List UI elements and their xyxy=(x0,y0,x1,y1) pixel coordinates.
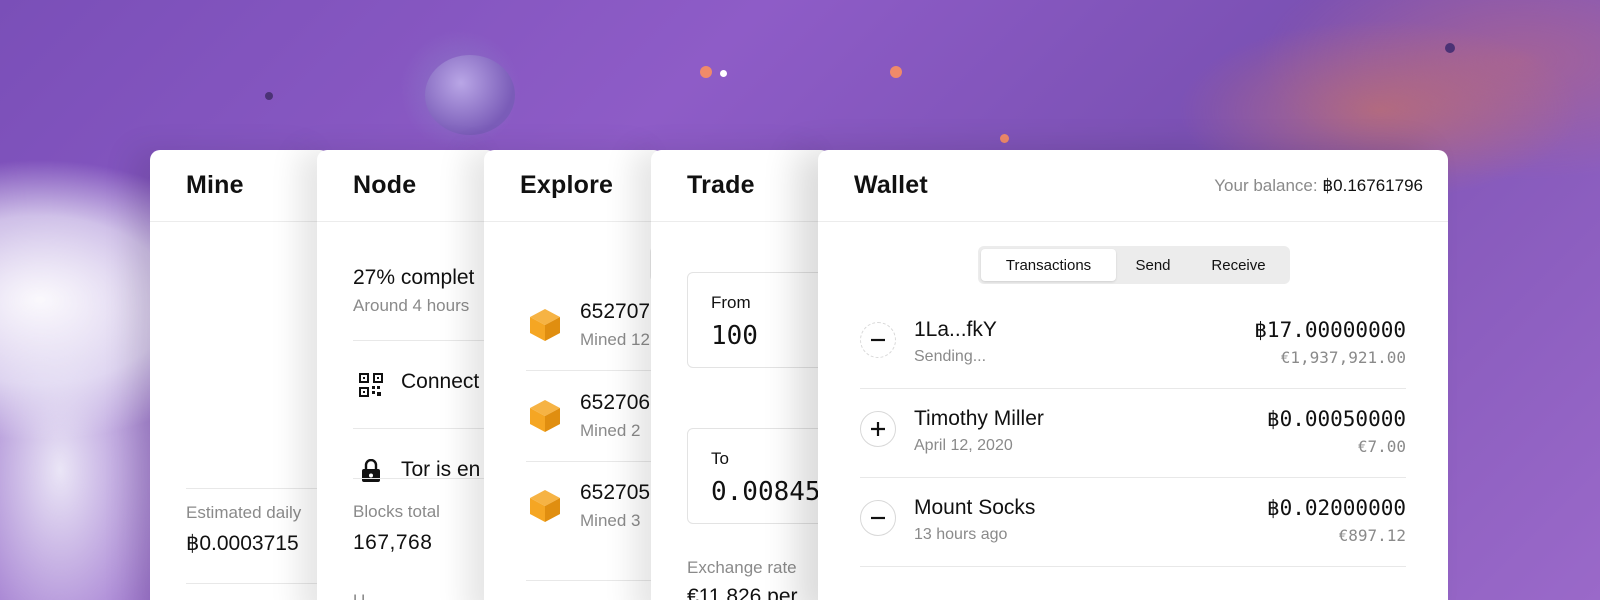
minus-icon xyxy=(860,500,896,536)
balance: Your balance: ฿0.16761796 xyxy=(1214,176,1423,196)
background-speck xyxy=(720,70,727,77)
background-speck xyxy=(265,92,273,100)
wallet-tabs: Transactions Send Receive xyxy=(978,246,1290,284)
transaction-row[interactable]: Mount Socks 13 hours ago ฿0.02000000 €897.1… xyxy=(860,478,1406,567)
estimated-daily-label: Estimated daily xyxy=(186,503,302,522)
transaction-name: 1La...fkY xyxy=(914,318,997,341)
block-number: 652706 xyxy=(580,391,651,414)
block-row[interactable]: 652706 Mined 2 xyxy=(526,371,664,461)
connect-label: Connect xyxy=(401,370,480,393)
background-speck xyxy=(700,66,712,78)
background-speck xyxy=(1000,134,1009,143)
transaction-fiat: €897.12 xyxy=(1338,526,1406,545)
balance-value: ฿0.16761796 xyxy=(1322,175,1423,195)
to-label: To xyxy=(711,449,729,468)
estimated-daily-value: ฿0.0003715 xyxy=(186,532,299,555)
block-number: 652705 xyxy=(580,481,651,504)
to-field[interactable]: To 0.00845 xyxy=(687,428,831,524)
explore-panel-header: Explore xyxy=(484,150,664,222)
minus-icon xyxy=(860,322,896,358)
transaction-name: Timothy Miller xyxy=(914,407,1044,430)
block-mined-time: Mined 2 xyxy=(580,421,641,440)
next-label: U xyxy=(353,591,365,600)
trade-panel-header: Trade xyxy=(651,150,831,222)
transaction-status: April 12, 2020 xyxy=(914,437,1013,454)
blocks-total-value: 167,768 xyxy=(353,531,433,554)
block-row[interactable]: 652705 Mined 3 xyxy=(526,461,664,551)
from-field[interactable]: From 100 xyxy=(687,272,831,368)
block-row[interactable]: 652707 Mined 12 xyxy=(526,280,664,370)
connect-row[interactable]: Connect xyxy=(353,340,497,428)
divider xyxy=(860,566,1406,567)
mine-title: Mine xyxy=(186,171,244,199)
transaction-status: 13 hours ago xyxy=(914,526,1008,543)
block-mined-time: Mined 3 xyxy=(580,511,641,530)
exchange-rate-value: €11,826 per xyxy=(687,585,798,600)
plus-glyph xyxy=(871,422,885,436)
trade-title: Trade xyxy=(687,171,755,199)
explore-panel[interactable]: Explore 652707 Mined 12 652706 Mined 2 65270… xyxy=(484,150,664,600)
divider xyxy=(353,478,497,479)
exchange-rate-label: Exchange rate xyxy=(687,558,797,577)
node-panel[interactable]: Node 27% complet Around 4 hours Connect … xyxy=(317,150,497,600)
divider xyxy=(186,583,330,584)
mine-panel-header: Mine xyxy=(150,150,330,222)
tab-receive[interactable]: Receive xyxy=(1190,249,1287,281)
node-panel-header: Node xyxy=(317,150,497,222)
qr-code-icon xyxy=(359,373,383,397)
wallet-panel[interactable]: Wallet Your balance: ฿0.16761796 Transac… xyxy=(818,150,1448,600)
trade-panel[interactable]: Trade From 100 To 0.00845 Exchange rate … xyxy=(651,150,831,600)
transaction-amount: ฿0.02000000 xyxy=(1266,496,1406,520)
wallet-title: Wallet xyxy=(854,171,928,199)
sync-eta: Around 4 hours xyxy=(353,296,470,315)
tab-send[interactable]: Send xyxy=(1116,249,1190,281)
explore-title: Explore xyxy=(520,171,614,199)
plus-icon xyxy=(860,411,896,447)
transaction-fiat: €7.00 xyxy=(1357,437,1406,456)
minus-glyph xyxy=(871,338,885,342)
background-speck xyxy=(1445,43,1455,53)
blocks-total-label: Blocks total xyxy=(353,502,440,521)
divider xyxy=(526,580,664,581)
block-mined-time: Mined 12 xyxy=(580,330,650,349)
transaction-amount: ฿0.00050000 xyxy=(1266,407,1406,431)
node-title: Node xyxy=(353,171,417,199)
block-cube-icon xyxy=(530,309,560,341)
lock-icon xyxy=(362,459,380,482)
transaction-status: Sending... xyxy=(914,348,987,365)
block-cube-icon xyxy=(530,400,560,432)
from-label: From xyxy=(711,293,751,312)
background-blob xyxy=(425,55,515,135)
balance-label: Your balance: xyxy=(1214,175,1318,195)
minus-glyph xyxy=(871,516,885,520)
sync-progress-text: 27% complet xyxy=(353,266,475,289)
block-number: 652707 xyxy=(580,300,651,323)
background-speck xyxy=(890,66,902,78)
wallet-panel-header: Wallet Your balance: ฿0.16761796 xyxy=(818,150,1448,222)
divider xyxy=(186,488,330,489)
transaction-row[interactable]: Timothy Miller April 12, 2020 ฿0.00050000 €… xyxy=(860,389,1406,478)
transaction-row[interactable]: 1La...fkY Sending... ฿17.00000000 €1,937,92… xyxy=(860,300,1406,389)
to-value[interactable]: 0.00845 xyxy=(711,477,821,507)
transaction-fiat: €1,937,921.00 xyxy=(1280,348,1406,367)
from-value[interactable]: 100 xyxy=(711,321,758,351)
block-cube-icon xyxy=(530,490,560,522)
tab-transactions[interactable]: Transactions xyxy=(981,249,1116,281)
mine-panel[interactable]: Mine Estimated daily ฿0.0003715 xyxy=(150,150,330,600)
transaction-name: Mount Socks xyxy=(914,496,1036,519)
transaction-amount: ฿17.00000000 xyxy=(1254,318,1406,342)
